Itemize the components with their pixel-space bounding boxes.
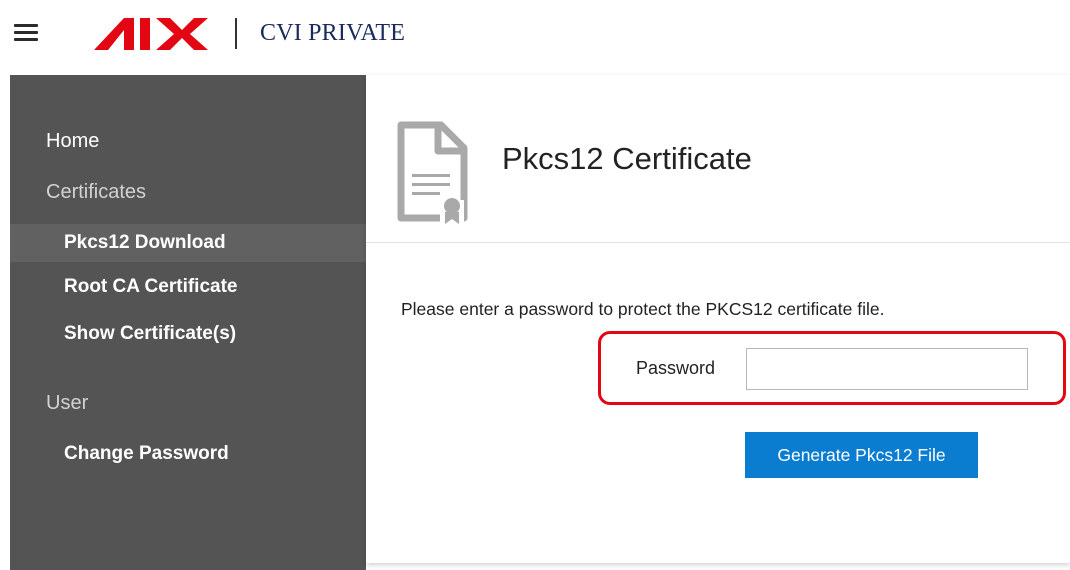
- certificate-document-icon: [397, 121, 468, 224]
- generate-pkcs12-button[interactable]: Generate Pkcs12 File: [745, 432, 978, 478]
- app-header: CVI PRIVATE: [0, 0, 1070, 75]
- six-logo[interactable]: [90, 14, 210, 54]
- password-label: Password: [636, 358, 716, 378]
- page-title: Pkcs12 Certificate: [502, 141, 752, 176]
- sidebar-item-home[interactable]: Home: [10, 126, 402, 156]
- password-input[interactable]: [746, 348, 1028, 390]
- panel-header: Pkcs12 Certificate: [366, 75, 1070, 243]
- sidebar-item-pkcs12-download[interactable]: Pkcs12 Download: [10, 224, 420, 262]
- sidebar-item-root-ca-certificate[interactable]: Root CA Certificate: [10, 272, 420, 302]
- sidebar: Home Certificates Pkcs12 Download Root C…: [10, 75, 420, 570]
- hamburger-menu-icon[interactable]: [14, 24, 38, 44]
- header-divider: [235, 18, 237, 49]
- sidebar-header-certificates: Certificates: [46, 181, 147, 203]
- sidebar-item-change-password[interactable]: Change Password: [10, 439, 420, 469]
- main-panel: Pkcs12 Certificate Please enter a passwo…: [366, 75, 1070, 563]
- instruction-text: Please enter a password to protect the P…: [401, 299, 885, 319]
- app-name: CVI PRIVATE: [260, 20, 406, 46]
- sidebar-header-user: User: [46, 392, 89, 414]
- sidebar-item-show-certificates[interactable]: Show Certificate(s): [10, 319, 420, 349]
